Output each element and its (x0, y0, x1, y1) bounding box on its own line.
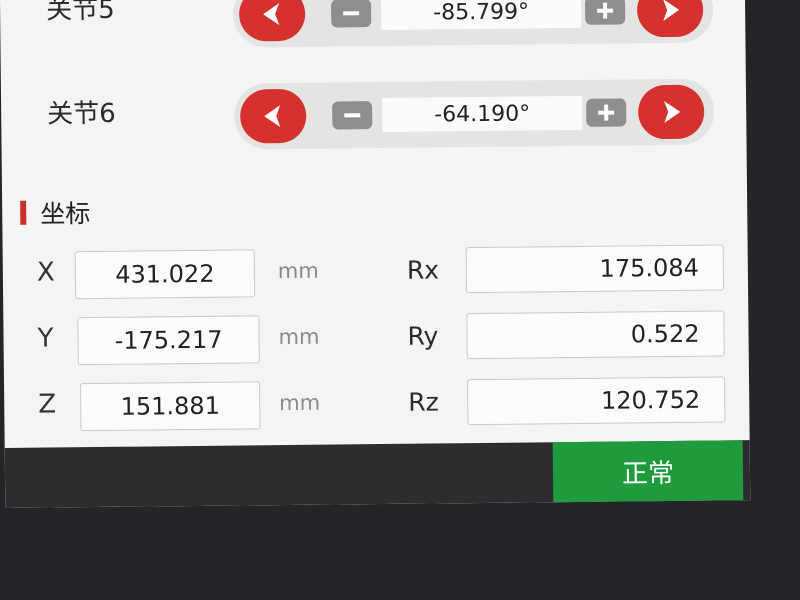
chevron-left-icon (263, 3, 280, 26)
joint-5-value: -85.799° (380, 0, 582, 31)
joint-5-decrease-button[interactable] (331, 0, 372, 28)
z-unit: mm (279, 390, 321, 416)
section-marker (20, 200, 27, 225)
rz-value-field[interactable]: 120.752 (466, 376, 726, 426)
rx-label: Rx (406, 255, 440, 285)
joint-6-value: -64.190° (382, 95, 583, 133)
joint-row-6: 关节6 -64.190° (1, 62, 747, 170)
z-label: Z (38, 389, 57, 420)
z-value-field[interactable]: 151.881 (80, 381, 261, 432)
x-label: X (36, 257, 55, 288)
joint-5-increase-fast-button[interactable] (636, 0, 704, 38)
joint-5-control: -85.799° (232, 0, 714, 48)
chevron-right-icon (663, 0, 680, 22)
joint-row-5: 关节5 -85.799° (0, 0, 746, 68)
coordinates-title: 坐标 (40, 199, 91, 229)
robot-control-screen: 关节5 -85.799° 关节6 -64.190° 坐标 X 431.022 m… (0, 0, 751, 508)
x-value-field[interactable]: 431.022 (74, 249, 256, 300)
status-normal-button[interactable]: 正常 (552, 440, 744, 503)
coord-row-x: X 431.022 mm Rx 175.084 (3, 240, 749, 304)
y-unit: mm (278, 324, 320, 350)
joint-6-decrease-fast-button[interactable] (239, 88, 307, 144)
chevron-right-icon (664, 101, 681, 124)
joint-5-label: 关节5 (45, 0, 115, 26)
minus-icon (343, 11, 360, 16)
joint-6-increase-button[interactable] (586, 98, 627, 127)
chevron-left-icon (264, 105, 281, 128)
ry-value-field[interactable]: 0.522 (466, 310, 725, 360)
joint-5-decrease-fast-button[interactable] (238, 0, 306, 42)
joint-6-decrease-button[interactable] (332, 101, 373, 130)
plus-icon (598, 104, 615, 121)
coord-row-z: Z 151.881 mm Rz 120.752 (4, 372, 750, 436)
ry-label: Ry (407, 321, 439, 351)
x-unit: mm (277, 258, 319, 284)
coordinates-section-header: 坐标 (20, 197, 91, 229)
y-label: Y (37, 323, 54, 354)
coord-row-y: Y -175.217 mm Ry 0.522 (3, 306, 749, 370)
minus-icon (344, 113, 361, 118)
rx-value-field[interactable]: 175.084 (465, 244, 725, 294)
plus-icon (597, 2, 614, 19)
y-value-field[interactable]: -175.217 (77, 315, 260, 366)
rz-label: Rz (408, 387, 439, 417)
status-bar: 正常 (4, 440, 751, 508)
joint-6-label: 关节6 (47, 98, 116, 130)
joint-6-control: -64.190° (233, 78, 715, 150)
joint-6-increase-fast-button[interactable] (637, 84, 705, 140)
joint-5-increase-button[interactable] (584, 0, 626, 25)
